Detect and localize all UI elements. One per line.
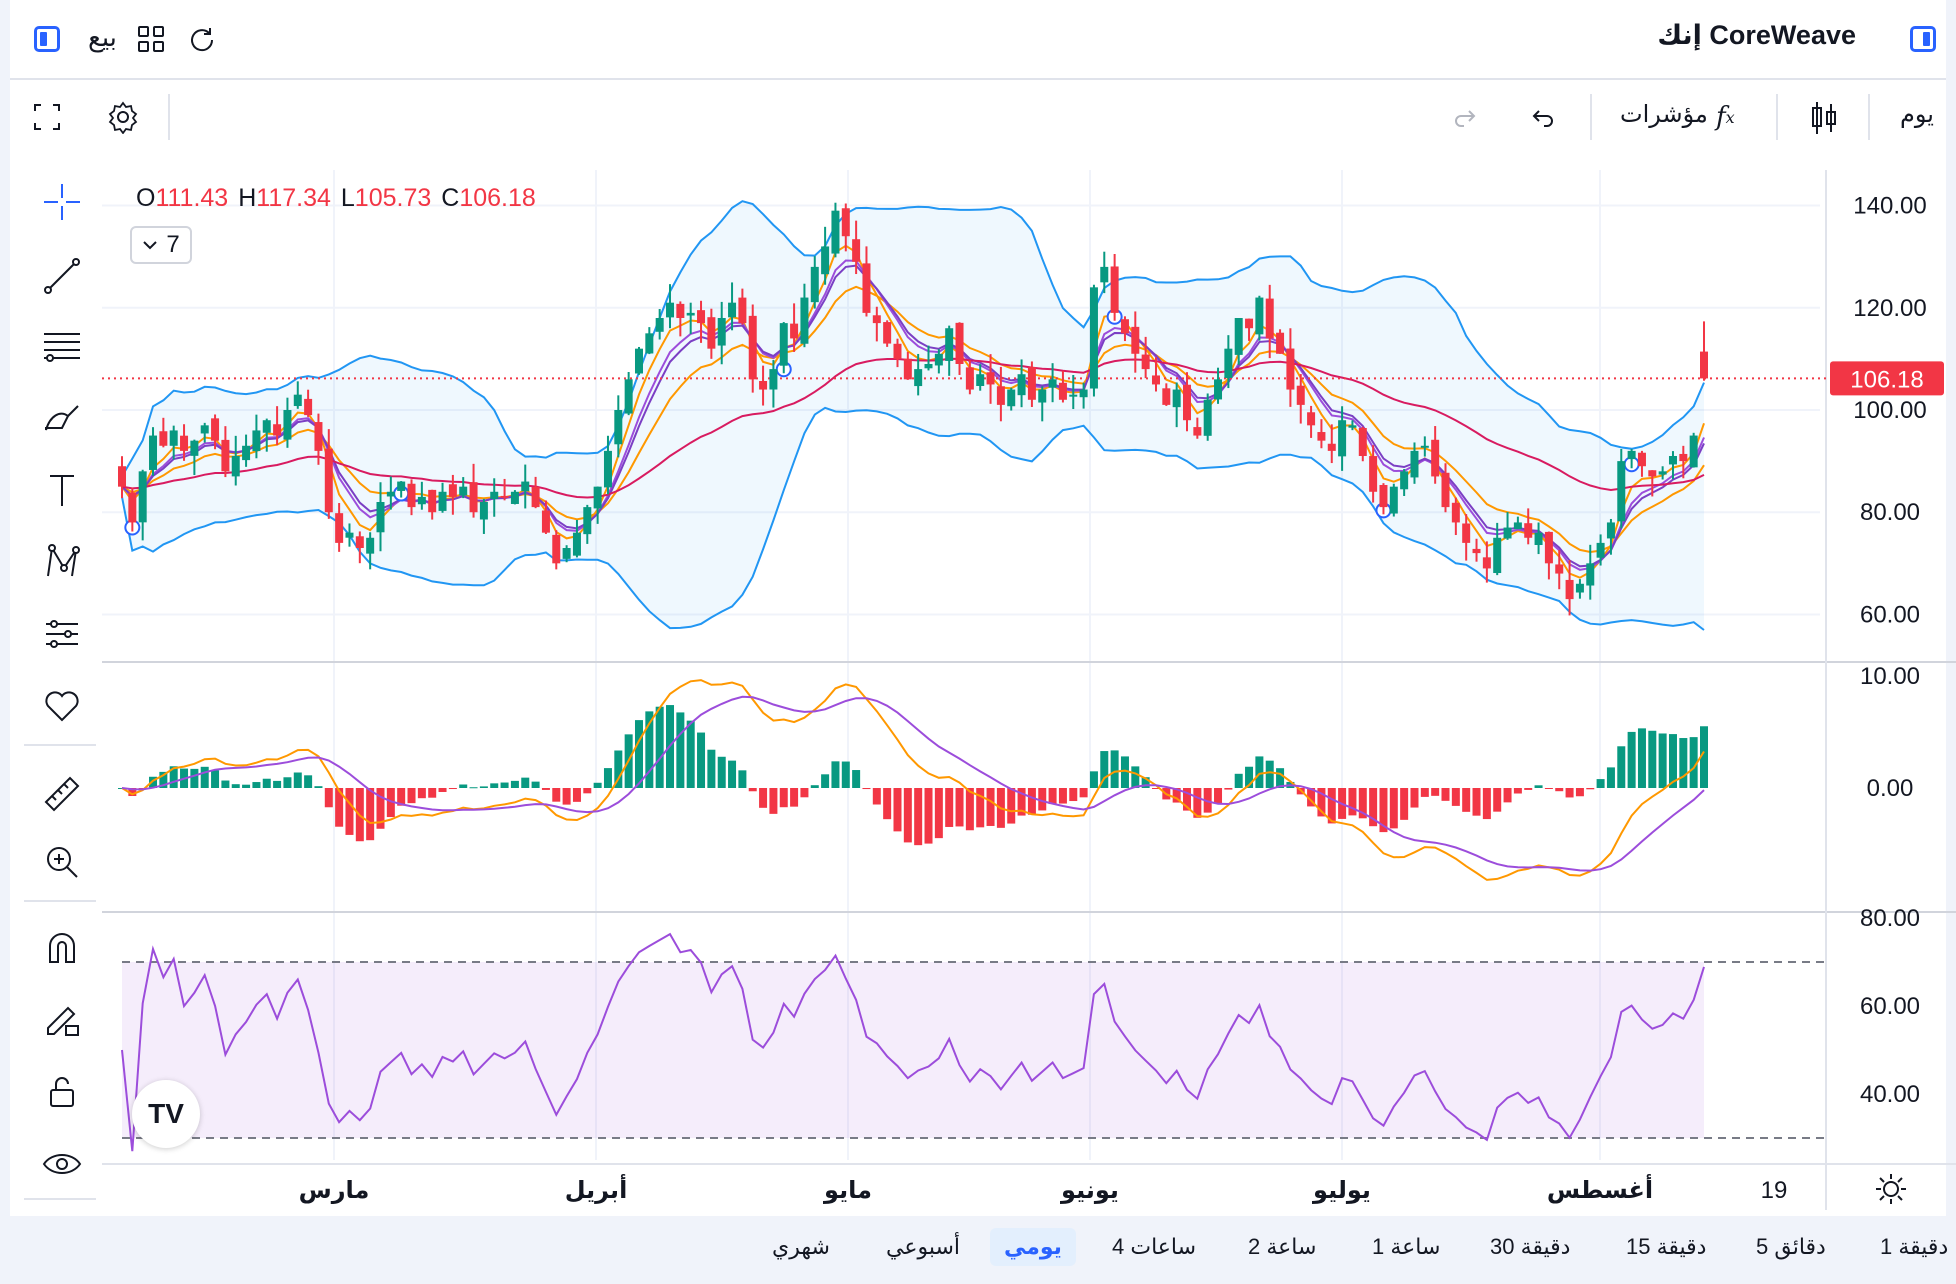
- redo-icon[interactable]: [1452, 104, 1480, 132]
- open-label: O: [136, 184, 156, 212]
- toolbar-divider: [1590, 94, 1592, 140]
- interval-2h[interactable]: 2 ساعة: [1248, 1234, 1316, 1260]
- lock-drawing-icon[interactable]: [40, 996, 84, 1040]
- trend-line-icon[interactable]: [40, 254, 84, 298]
- close-label: C: [441, 184, 460, 212]
- toolbar-divider: [1776, 94, 1778, 140]
- fullscreen-icon[interactable]: [32, 102, 62, 132]
- interval-weekly[interactable]: أسبوعي: [886, 1234, 960, 1260]
- chart-card: [10, 80, 1946, 1216]
- indicators-collapse-button[interactable]: 7: [130, 226, 192, 264]
- close-value: 106.18: [459, 184, 536, 212]
- low-label: L: [340, 184, 355, 212]
- interval-monthly[interactable]: شهري: [772, 1234, 830, 1260]
- layout-grid-icon[interactable]: [136, 24, 166, 54]
- interval-daily[interactable]: يومي: [990, 1228, 1076, 1266]
- undo-icon[interactable]: [1528, 104, 1556, 132]
- symbol-title[interactable]: CoreWeave إنك: [1657, 20, 1856, 51]
- magnet-icon[interactable]: [40, 926, 84, 970]
- interval-4h[interactable]: 4 ساعات: [1112, 1234, 1196, 1260]
- interval-15m[interactable]: 15 دقيقة: [1626, 1234, 1706, 1260]
- toolbar-divider: [1868, 94, 1870, 140]
- tools-divider: [24, 744, 96, 746]
- fib-retracement-icon[interactable]: [40, 324, 84, 368]
- zoom-in-icon[interactable]: [40, 840, 84, 884]
- open-value: 111.43: [155, 184, 229, 212]
- tradingview-logo[interactable]: TV: [132, 1080, 200, 1148]
- settings-gear-icon[interactable]: [106, 100, 140, 134]
- interval-1m[interactable]: 1 دقيقة: [1880, 1234, 1948, 1260]
- sidebar-toggle-icon[interactable]: [1910, 26, 1936, 52]
- brush-icon[interactable]: [40, 396, 84, 440]
- pattern-icon[interactable]: [40, 540, 84, 584]
- interval-1h[interactable]: 1 ساعة: [1372, 1234, 1440, 1260]
- indicator-count: 7: [166, 231, 180, 258]
- chevron-down-icon: [143, 241, 158, 250]
- high-label: H: [238, 184, 257, 212]
- fx-icon[interactable]: fx: [1716, 102, 1735, 132]
- interval-5m[interactable]: 5 دقائق: [1756, 1234, 1826, 1260]
- unlock-icon[interactable]: [40, 1070, 84, 1114]
- ohlc-legend: O111.43 H117.34 L105.73 C106.18: [136, 184, 536, 213]
- text-tool-icon[interactable]: [40, 468, 84, 512]
- interval-30m[interactable]: 30 دقيقة: [1490, 1234, 1570, 1260]
- favorites-heart-icon[interactable]: [40, 684, 84, 728]
- tools-divider: [24, 1198, 96, 1200]
- panel-toggle-icon[interactable]: [34, 26, 60, 52]
- candles-icon[interactable]: [1808, 100, 1840, 136]
- refresh-icon[interactable]: [186, 24, 218, 56]
- high-value: 117.34: [256, 184, 331, 212]
- low-value: 105.73: [354, 184, 432, 212]
- tools-divider: [24, 900, 96, 902]
- crosshair-icon[interactable]: [40, 180, 84, 224]
- toolbar-divider: [168, 94, 170, 140]
- top-bar: بيع CoreWeave إنك: [10, 0, 1946, 80]
- interval-button[interactable]: يوم: [1900, 100, 1934, 129]
- ruler-icon[interactable]: [40, 772, 84, 816]
- tv-logo-icon: TV: [148, 1098, 184, 1129]
- time-settings-icon[interactable]: [1874, 1172, 1908, 1206]
- forecast-icon[interactable]: [40, 612, 84, 656]
- eye-icon[interactable]: [40, 1142, 84, 1186]
- indicators-button[interactable]: مؤشرات: [1620, 100, 1708, 129]
- interval-bar: 1 دقيقة 5 دقائق 15 دقيقة 30 دقيقة 1 ساعة…: [0, 1226, 1956, 1272]
- sell-button[interactable]: بيع: [88, 22, 117, 53]
